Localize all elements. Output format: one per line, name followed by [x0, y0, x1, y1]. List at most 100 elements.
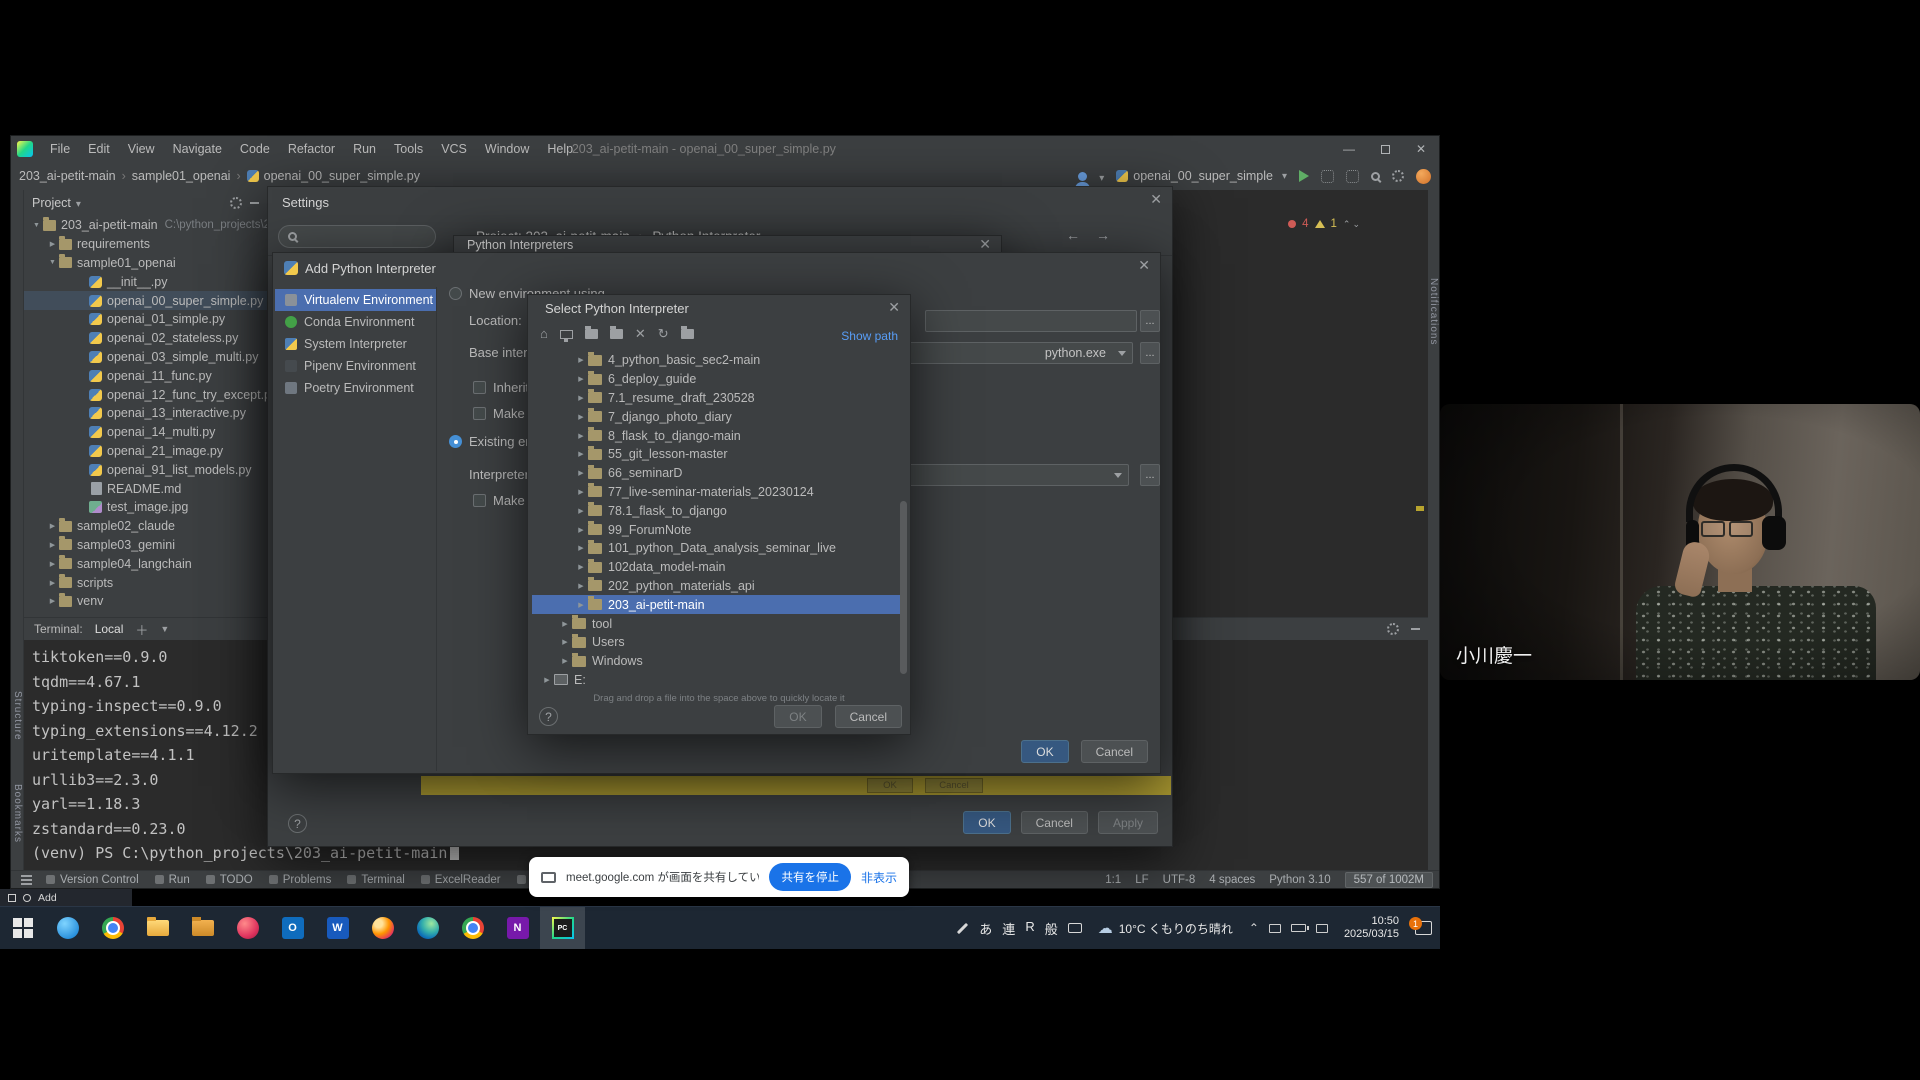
status-item[interactable]: 1:1: [1105, 874, 1121, 886]
interpreters-ok-button[interactable]: OK: [867, 778, 913, 793]
project-options-icon[interactable]: [230, 197, 242, 209]
memory-indicator[interactable]: 557 of 1002M: [1345, 872, 1433, 888]
chevron-icon[interactable]: ▶: [574, 582, 588, 590]
status-item[interactable]: LF: [1135, 874, 1148, 886]
project-tree-item[interactable]: ▶ sample04_langchain: [24, 554, 267, 573]
settings-ok-button[interactable]: OK: [963, 811, 1010, 834]
add-cancel-button[interactable]: Cancel: [1081, 740, 1148, 763]
home-icon[interactable]: ⌂: [540, 327, 548, 341]
chevron-icon[interactable]: ▶: [558, 657, 572, 665]
tool-button-structure[interactable]: Structure: [12, 691, 23, 741]
search-everywhere-icon[interactable]: [1371, 172, 1380, 181]
pen-icon[interactable]: [957, 922, 968, 933]
run-button[interactable]: [1299, 170, 1309, 182]
stripe-toggle-icon[interactable]: [21, 879, 32, 881]
menu-item[interactable]: Code: [231, 136, 279, 162]
file-row[interactable]: ▶ 7.1_resume_draft_230528: [532, 389, 902, 408]
project-tree-item[interactable]: openai_12_func_try_except.py: [24, 385, 267, 404]
account-avatar[interactable]: [1416, 169, 1431, 184]
next-prev-arrows[interactable]: ⌃⌄: [1343, 219, 1362, 230]
scrollbar-warning-mark[interactable]: [1416, 506, 1424, 511]
chevron-icon[interactable]: ▶: [574, 356, 588, 364]
add-ok-button[interactable]: OK: [1021, 740, 1068, 763]
tray-expand-icon[interactable]: ⌃: [1249, 921, 1259, 935]
project-tree-item[interactable]: test_image.jpg: [24, 498, 267, 517]
coverage-button[interactable]: [1346, 170, 1359, 183]
settings-search-input[interactable]: [278, 225, 436, 248]
settings-gear-icon[interactable]: [1392, 170, 1404, 182]
chevron-icon[interactable]: ▶: [574, 450, 588, 458]
chevron-icon[interactable]: ▶: [574, 375, 588, 383]
project-tree-item[interactable]: README.md: [24, 479, 267, 498]
show-path-link[interactable]: Show path: [841, 329, 898, 343]
make-available-checkbox-2[interactable]: [473, 494, 486, 507]
chevron-icon[interactable]: ▶: [574, 469, 588, 477]
project-tree-item[interactable]: openai_02_stateless.py: [24, 329, 267, 348]
file-row[interactable]: ▶ tool: [532, 614, 902, 633]
chevron-icon[interactable]: ▶: [540, 676, 554, 684]
taskbar-app-button[interactable]: [450, 907, 495, 949]
run-configuration-select[interactable]: openai_00_super_simple: [1116, 169, 1287, 183]
file-row[interactable]: ▶ Users: [532, 633, 902, 652]
chevron-icon[interactable]: ▶: [574, 563, 588, 571]
tool-button-notifications[interactable]: Notifications: [1428, 278, 1439, 345]
ime-mode-button[interactable]: 連: [1002, 919, 1015, 938]
project-tree-item[interactable]: ▶ scripts: [24, 573, 267, 592]
menu-item[interactable]: Navigate: [164, 136, 231, 162]
terminal-settings-icon[interactable]: [1387, 623, 1399, 635]
ime-mode-button[interactable]: R: [1025, 919, 1034, 938]
battery-icon[interactable]: [1291, 924, 1306, 932]
environment-type-item[interactable]: Poetry Environment: [275, 377, 436, 399]
code-with-me-button[interactable]: [1078, 169, 1104, 184]
file-row[interactable]: ▶ 4_python_basic_sec2-main: [532, 351, 902, 370]
desktop-icon[interactable]: [560, 330, 573, 339]
hide-banner-link[interactable]: 非表示: [861, 869, 897, 886]
help-button[interactable]: ?: [539, 707, 558, 726]
environment-type-item[interactable]: Conda Environment: [275, 311, 436, 333]
inspection-widget[interactable]: 4 1 ⌃⌄: [1288, 218, 1362, 230]
breadcrumb-package[interactable]: sample01_openai: [132, 169, 247, 183]
taskbar-app-button[interactable]: [360, 907, 405, 949]
chevron-icon[interactable]: ▶: [574, 507, 588, 515]
terminal-dropdown-icon[interactable]: ▼: [160, 624, 169, 634]
menu-item[interactable]: Run: [344, 136, 385, 162]
chevron-icon[interactable]: ▶: [574, 432, 588, 440]
project-tree-item[interactable]: ▶ sample02_claude: [24, 517, 267, 536]
menu-item[interactable]: Refactor: [279, 136, 344, 162]
delete-icon[interactable]: ✕: [635, 327, 646, 341]
project-tree-item[interactable]: openai_14_multi.py: [24, 423, 267, 442]
taskbar-app-button[interactable]: W: [315, 907, 360, 949]
close-icon[interactable]: ✕: [1138, 258, 1150, 272]
taskbar-app-button[interactable]: [0, 907, 45, 949]
tool-window-button[interactable]: TODO: [206, 874, 253, 886]
taskbar-app-button[interactable]: [180, 907, 225, 949]
ime-mode-button[interactable]: 般: [1045, 919, 1058, 938]
select-ok-button[interactable]: OK: [774, 705, 821, 728]
status-item[interactable]: UTF-8: [1163, 874, 1196, 886]
project-tree-item[interactable]: openai_11_func.py: [24, 366, 267, 385]
file-row[interactable]: ▶ 99_ForumNote: [532, 520, 902, 539]
close-icon[interactable]: ✕: [888, 300, 900, 314]
menu-item[interactable]: Window: [476, 136, 538, 162]
taskbar-app-button[interactable]: N: [495, 907, 540, 949]
tray-device-icon[interactable]: [1269, 924, 1281, 933]
file-row[interactable]: ▶ 7_django_photo_diary: [532, 407, 902, 426]
location-input[interactable]: [925, 310, 1137, 332]
file-row[interactable]: ▶ 66_seminarD: [532, 464, 902, 483]
project-tree-item[interactable]: openai_01_simple.py: [24, 310, 267, 329]
project-tree-item[interactable]: ▼ sample01_openai: [24, 254, 267, 273]
new-environment-radio[interactable]: [449, 287, 462, 300]
location-browse-button[interactable]: ...: [1140, 310, 1160, 332]
tool-window-button[interactable]: Run: [155, 874, 190, 886]
settings-apply-button[interactable]: Apply: [1098, 811, 1158, 834]
environment-type-item[interactable]: Pipenv Environment: [275, 355, 436, 377]
project-tree-item[interactable]: openai_21_image.py: [24, 442, 267, 461]
project-tree-item[interactable]: ▶ requirements: [24, 235, 267, 254]
file-row[interactable]: ▶ 77_live-seminar-materials_20230124: [532, 483, 902, 502]
menu-item[interactable]: Edit: [79, 136, 119, 162]
maximize-button[interactable]: [1367, 136, 1403, 162]
project-tree-item[interactable]: openai_00_super_simple.py: [24, 291, 267, 310]
existing-environment-radio[interactable]: [449, 435, 462, 448]
environment-type-item[interactable]: System Interpreter: [275, 333, 436, 355]
make-available-checkbox-1[interactable]: [473, 407, 486, 420]
